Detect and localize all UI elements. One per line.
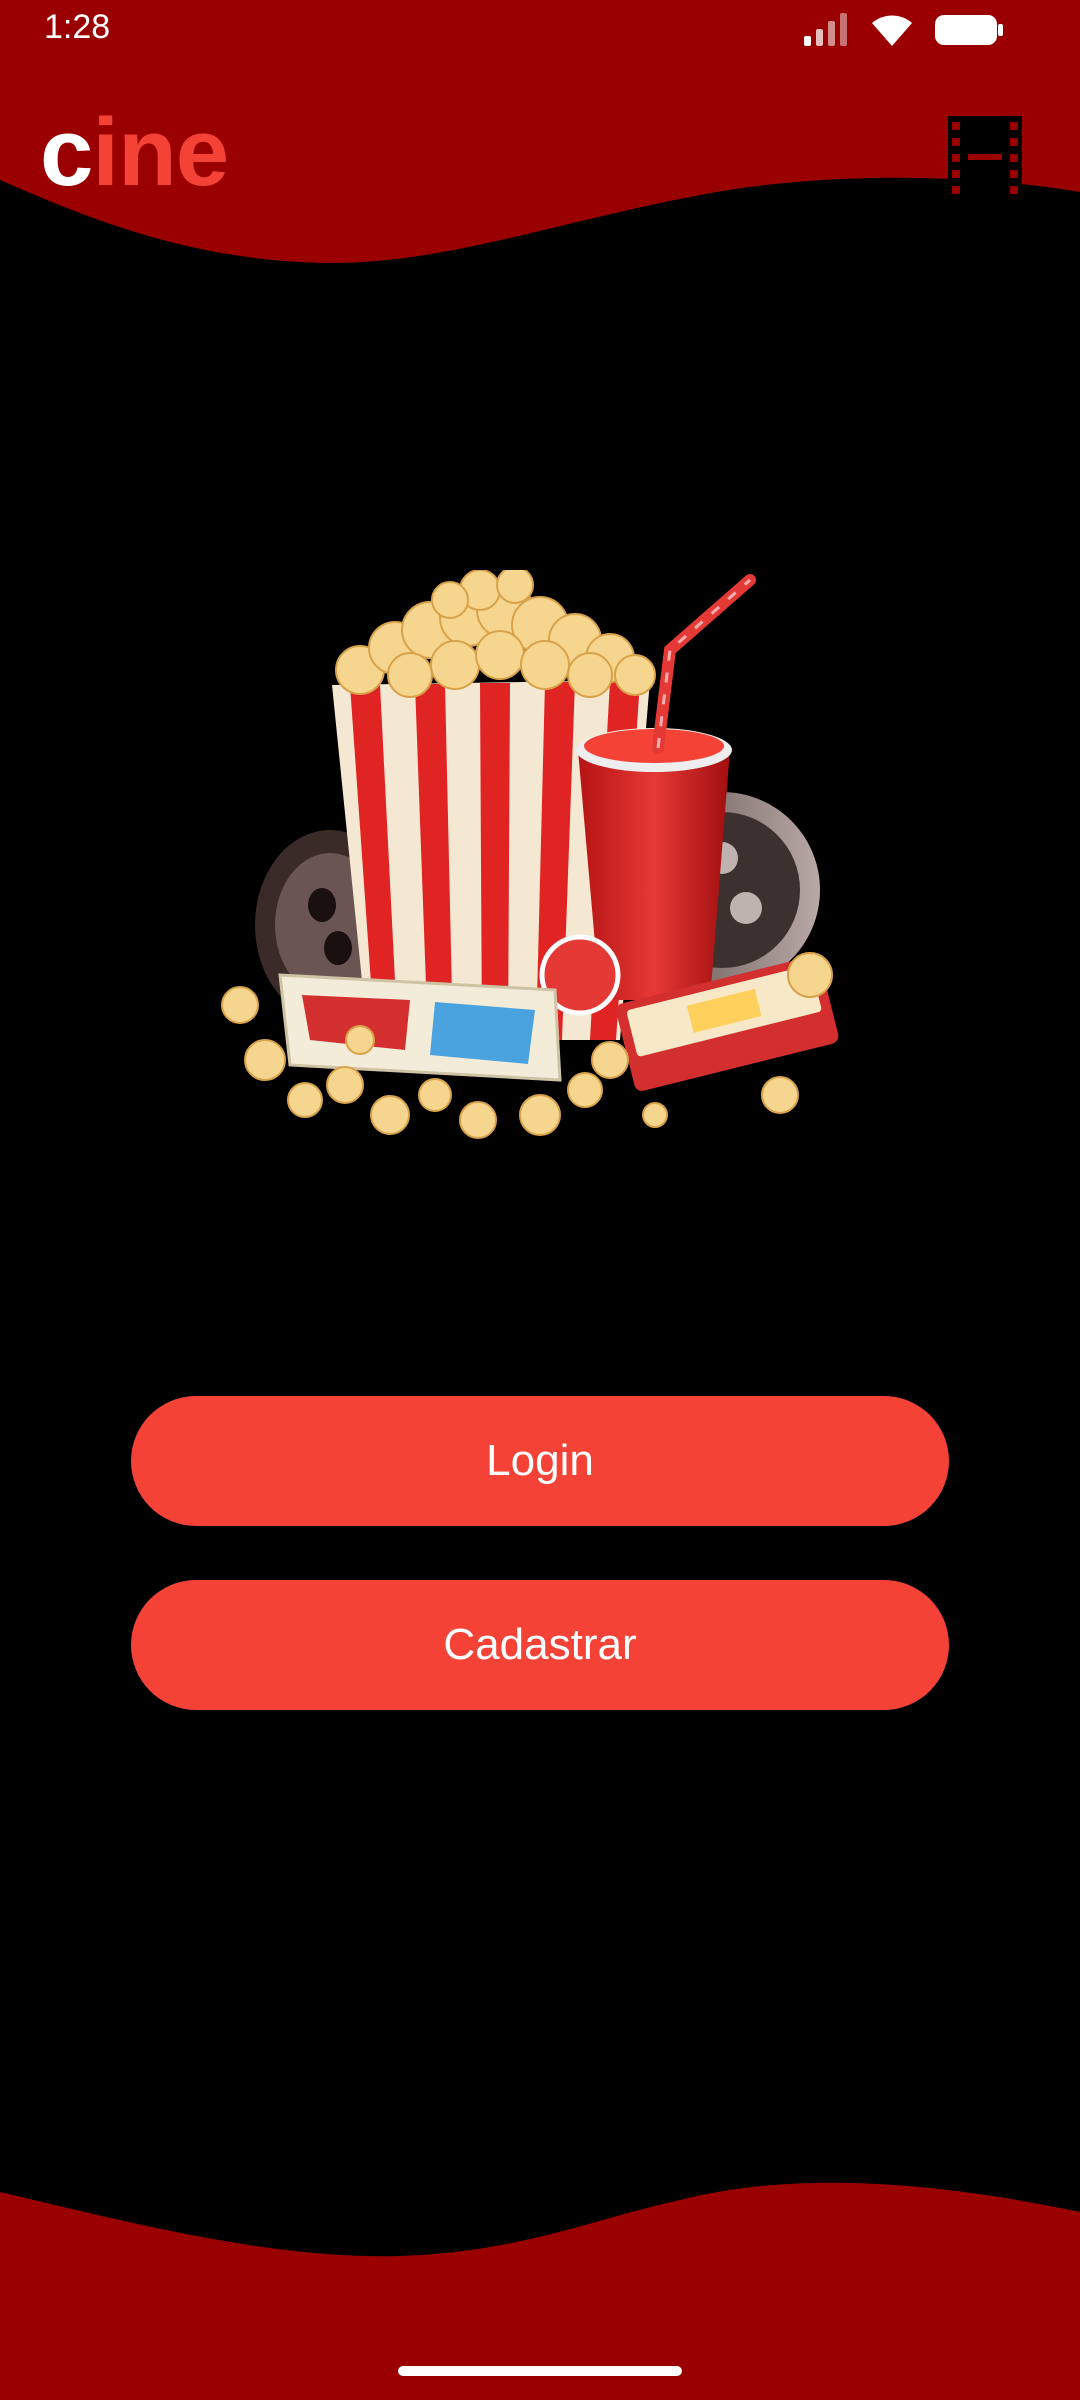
cellular-signal-icon [804,13,847,46]
wifi-icon [872,15,912,46]
status-bar: 1:28 [0,0,1080,60]
register-button[interactable]: Cadastrar [131,1580,949,1710]
status-icons [802,12,1004,48]
logo-letter-c: c [40,99,93,206]
logo-text-rest: ine [92,99,229,206]
film-strip-icon [948,116,1022,200]
app-logo: cine [40,105,229,201]
home-indicator[interactable] [398,2366,682,2376]
login-button[interactable]: Login [131,1396,949,1526]
battery-icon [935,15,1003,45]
cinema-snacks-illustration [221,570,839,1139]
status-time: 1:28 [44,8,111,46]
